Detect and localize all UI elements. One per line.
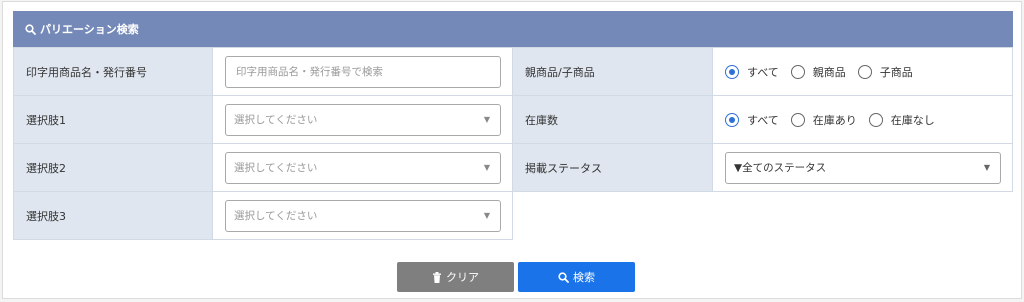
dropdown-arrow-icon: ▼ [483, 211, 490, 220]
status-label: 掲載ステータス [513, 144, 713, 192]
print-name-label: 印字用商品名・発行番号 [13, 48, 213, 96]
option1-placeholder: 選択してください [234, 114, 318, 126]
panel-header: パリエーション検索 [13, 11, 1013, 47]
option3-placeholder: 選択してください [234, 210, 318, 222]
stock-cell: すべて 在庫あり 在庫なし [713, 96, 1013, 144]
status-select[interactable]: ▼全てのステータス ▼ [725, 151, 1001, 184]
radio-label: 親商品 [812, 65, 846, 79]
radio-out-of-stock[interactable]: 在庫なし [868, 112, 935, 128]
radio-button[interactable] [868, 112, 883, 127]
radio-button[interactable] [857, 64, 872, 79]
status-value: ▼全てのステータス [734, 162, 827, 174]
search-icon [558, 271, 569, 283]
radio-label: 在庫なし [890, 113, 935, 127]
trash-icon [432, 271, 442, 283]
radio-label: 子商品 [879, 65, 913, 79]
option2-select[interactable]: 選択してください ▼ [225, 151, 501, 184]
option3-label: 選択肢3 [13, 192, 213, 240]
form-row-3: 選択肢2 選択してください ▼ 掲載ステータス ▼全てのステータス ▼ [13, 144, 1013, 192]
option2-cell: 選択してください ▼ [213, 144, 513, 192]
radio-label: すべて [747, 65, 779, 79]
dropdown-arrow-icon: ▼ [483, 163, 490, 172]
panel-title: パリエーション検索 [40, 23, 139, 36]
option3-select[interactable]: 選択してください ▼ [225, 199, 501, 232]
radio-button[interactable] [790, 112, 805, 127]
status-cell: ▼全てのステータス ▼ [713, 144, 1013, 192]
search-button-label: 検索 [573, 271, 595, 284]
radio-stock-all[interactable]: すべて [725, 112, 779, 128]
option1-select[interactable]: 選択してください ▼ [225, 103, 501, 136]
stock-radio-group: すべて 在庫あり 在庫なし [725, 112, 947, 128]
form-row-1: 印字用商品名・発行番号 印字用商品名・発行番号で検索 親商品/子商品 すべて 親… [13, 47, 1013, 96]
form-row-4: 選択肢3 選択してください ▼ [13, 192, 513, 240]
search-icon [25, 23, 36, 35]
option3-cell: 選択してください ▼ [213, 192, 513, 240]
clear-button-label: クリア [446, 271, 479, 284]
dropdown-arrow-icon: ▼ [983, 163, 990, 172]
parent-child-label: 親商品/子商品 [513, 48, 713, 96]
stock-label: 在庫数 [513, 96, 713, 144]
print-name-cell: 印字用商品名・発行番号で検索 [213, 48, 513, 96]
radio-parent-product[interactable]: 親商品 [790, 64, 846, 80]
dropdown-arrow-icon: ▼ [483, 115, 490, 124]
radio-button[interactable] [790, 64, 805, 79]
search-panel: パリエーション検索 印字用商品名・発行番号 印字用商品名・発行番号で検索 親商品… [2, 1, 1022, 299]
radio-parent-child-all[interactable]: すべて [725, 64, 779, 80]
option2-label: 選択肢2 [13, 144, 213, 192]
radio-button-checked[interactable] [725, 64, 739, 79]
search-button[interactable]: 検索 [518, 262, 635, 292]
print-name-input[interactable]: 印字用商品名・発行番号で検索 [225, 55, 501, 88]
radio-label: 在庫あり [812, 113, 857, 127]
option1-label: 選択肢1 [13, 96, 213, 144]
radio-in-stock[interactable]: 在庫あり [790, 112, 857, 128]
option1-cell: 選択してください ▼ [213, 96, 513, 144]
form-row-2: 選択肢1 選択してください ▼ 在庫数 すべて 在庫あり 在庫なし [13, 96, 1013, 144]
parent-child-radio-group: すべて 親商品 子商品 [725, 64, 925, 80]
radio-child-product[interactable]: 子商品 [857, 64, 913, 80]
radio-label: すべて [747, 113, 779, 127]
option2-placeholder: 選択してください [234, 162, 318, 174]
parent-child-cell: すべて 親商品 子商品 [713, 48, 1013, 96]
clear-button[interactable]: クリア [397, 262, 514, 292]
radio-button-checked[interactable] [725, 112, 739, 127]
